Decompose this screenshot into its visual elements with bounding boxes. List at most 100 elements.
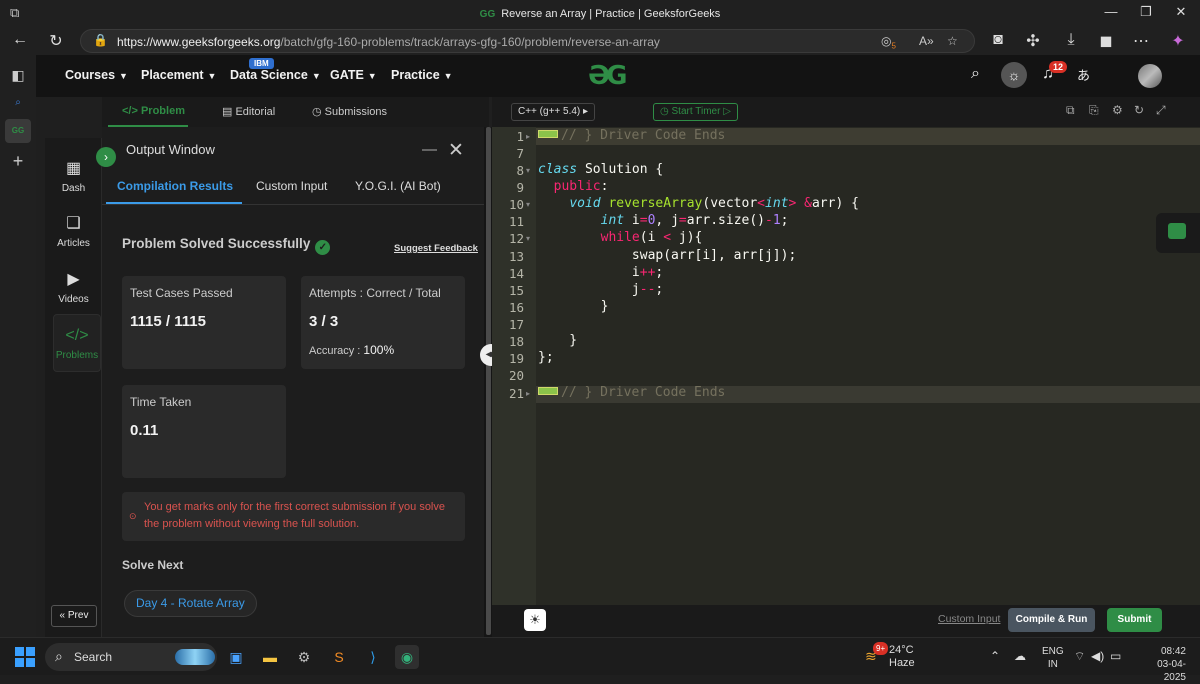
store-icon[interactable]: ▣ bbox=[224, 645, 248, 669]
extension-icon[interactable]: ◙ bbox=[986, 31, 1010, 49]
theme-toggle-icon[interactable]: ☼ bbox=[1001, 62, 1027, 88]
menu-gate[interactable]: GATE ▼ bbox=[330, 68, 377, 82]
minimize-icon[interactable]: — bbox=[1096, 4, 1126, 19]
solve-next-heading: Solve Next bbox=[122, 558, 184, 572]
profile-icon[interactable]: ◼ bbox=[1094, 31, 1118, 51]
avatar[interactable] bbox=[1138, 64, 1162, 88]
settings-gear-icon[interactable]: ⚙ bbox=[292, 645, 316, 669]
fold-arrow-icon[interactable]: ▾ bbox=[526, 166, 530, 175]
line-number: 21 bbox=[508, 386, 524, 401]
custom-input-link[interactable]: Custom Input bbox=[938, 613, 1000, 625]
settings-gear-icon[interactable]: ⚙ bbox=[1112, 103, 1123, 117]
sublime-text-icon[interactable]: S bbox=[327, 645, 351, 669]
file-explorer-icon[interactable]: ▬ bbox=[258, 645, 282, 669]
new-tab-icon[interactable]: + bbox=[6, 149, 30, 173]
compile-run-button[interactable]: Compile & Run bbox=[1008, 608, 1095, 632]
lock-icon[interactable]: 🔒 bbox=[93, 33, 108, 47]
nav-articles[interactable]: ❑ Articles bbox=[45, 213, 102, 249]
tab-editorial[interactable]: ▤ Editorial bbox=[222, 105, 275, 118]
file-icon[interactable]: ⎘ bbox=[1089, 103, 1099, 118]
refresh-icon[interactable]: ↻ bbox=[44, 31, 68, 51]
collapse-arrow-icon[interactable]: › bbox=[96, 147, 116, 167]
fullscreen-icon[interactable]: ⤢ bbox=[1156, 103, 1166, 118]
more-options-icon[interactable]: ⋯ bbox=[1129, 31, 1153, 51]
vscode-icon[interactable]: ⟩ bbox=[361, 645, 385, 669]
accuracy: Accuracy : 100% bbox=[309, 343, 395, 357]
language-select[interactable]: C++ (g++ 5.4) ▸ bbox=[511, 103, 596, 121]
gfg-tab-icon[interactable]: GG bbox=[5, 119, 31, 143]
tab-yogi-ai-bot[interactable]: Y.O.G.I. (AI Bot) bbox=[355, 179, 441, 193]
battery-icon[interactable]: ▭ bbox=[1110, 649, 1121, 663]
folded-code-marker[interactable] bbox=[538, 387, 558, 395]
search-icon[interactable]: ⌕ bbox=[971, 65, 980, 83]
nav-dash[interactable]: ▦ Dash bbox=[45, 158, 102, 194]
url-text[interactable]: https://www.geeksforgeeks.org/batch/gfg-… bbox=[117, 35, 660, 49]
scrollbar[interactable] bbox=[486, 127, 491, 635]
nav-videos[interactable]: ▶ Videos bbox=[45, 269, 102, 305]
language-indicator[interactable]: ENG IN bbox=[1042, 645, 1064, 671]
taskbar-search[interactable]: ⌕ Search bbox=[45, 643, 217, 671]
fold-arrow-icon[interactable]: ▸ bbox=[526, 389, 530, 398]
tab-submissions[interactable]: ◷ Submissions bbox=[312, 105, 387, 118]
code-editor[interactable]: 1 7 8 9 10 11 12 13 14 15 16 17 18 19 20… bbox=[492, 127, 1200, 605]
menu-courses[interactable]: Courses ▼ bbox=[65, 68, 128, 82]
fold-arrow-icon[interactable]: ▾ bbox=[526, 200, 530, 209]
copilot-icon[interactable]: ✦ bbox=[1166, 31, 1190, 51]
show-hidden-icons-icon[interactable]: ⌃ bbox=[990, 649, 1000, 663]
submit-button[interactable]: Submit bbox=[1107, 608, 1162, 632]
close-window-icon[interactable]: ✕ bbox=[1166, 4, 1196, 20]
test-cases-value: 1115 / 1115 bbox=[130, 313, 206, 330]
code-line: swap(arr[i], arr[j]); bbox=[538, 248, 797, 263]
next-problem-link[interactable]: Day 4 - Rotate Array bbox=[124, 590, 257, 617]
search-tabs-icon[interactable]: ⌕ bbox=[6, 91, 30, 115]
minimize-panel-icon[interactable]: — bbox=[422, 141, 437, 158]
copy-icon[interactable]: ⧉ bbox=[1066, 103, 1075, 118]
folded-code-marker[interactable] bbox=[538, 130, 558, 138]
download-icon[interactable]: ⤓ bbox=[1059, 31, 1083, 49]
menu-placement[interactable]: Placement ▼ bbox=[141, 68, 216, 82]
code-line: while(i < j){ bbox=[600, 230, 703, 245]
prev-button[interactable]: « Prev bbox=[51, 605, 97, 627]
start-timer-button[interactable]: ◷ Start Timer ▷ bbox=[653, 103, 738, 121]
tracker-prevention-icon[interactable]: ◎5 bbox=[881, 34, 896, 50]
menu-practice[interactable]: Practice ▼ bbox=[391, 68, 453, 82]
time-taken-label: Time Taken bbox=[130, 395, 192, 409]
tab-problem[interactable]: </> Problem bbox=[122, 105, 185, 117]
tab-title: GG Reverse an Array | Practice | Geeksfor… bbox=[479, 7, 721, 20]
suggest-feedback-link[interactable]: Suggest Feedback bbox=[394, 243, 478, 254]
line-number: 19 bbox=[508, 351, 524, 366]
time-taken-card: Time Taken 0.11 bbox=[122, 385, 286, 478]
onedrive-cloud-icon[interactable]: ☁ bbox=[1014, 649, 1026, 663]
read-aloud-icon[interactable]: A» bbox=[919, 34, 934, 48]
chat-float-button[interactable] bbox=[1156, 213, 1200, 253]
book-icon: ❑ bbox=[66, 215, 81, 232]
edge-browser-icon[interactable]: ◉ bbox=[395, 645, 419, 669]
restore-icon[interactable]: ❐ bbox=[1131, 4, 1161, 20]
tab-custom-input[interactable]: Custom Input bbox=[256, 179, 327, 193]
vertical-tabs-icon[interactable]: ◧ bbox=[6, 63, 30, 87]
address-bar[interactable]: 🔒 https://www.geeksforgeeks.org/batch/gf… bbox=[80, 29, 975, 53]
wifi-icon[interactable]: ⌔ bbox=[1074, 649, 1085, 664]
back-icon[interactable]: ← bbox=[8, 31, 32, 49]
close-panel-icon[interactable]: ✕ bbox=[448, 139, 464, 162]
clock[interactable]: 08:42 03-04-2025 bbox=[1138, 645, 1186, 684]
panel-splitter[interactable] bbox=[484, 127, 492, 637]
code-line: int i=0, j=arr.size()-1; bbox=[600, 213, 789, 228]
volume-icon[interactable]: ◀) bbox=[1091, 649, 1104, 663]
extensions-puzzle-icon[interactable]: ✣ bbox=[1021, 31, 1045, 51]
favorite-star-icon[interactable]: ☆ bbox=[947, 34, 958, 48]
lightbulb-icon[interactable]: ☀ bbox=[524, 609, 546, 631]
reset-icon[interactable]: ↻ bbox=[1134, 103, 1144, 117]
windows-start-icon[interactable] bbox=[15, 647, 35, 667]
nav-problems[interactable]: </> Problems bbox=[53, 314, 101, 372]
code-line: class Solution { bbox=[538, 162, 664, 177]
translate-icon[interactable]: あ bbox=[1077, 65, 1090, 84]
code-line: }; bbox=[538, 350, 554, 365]
tab-compilation-results[interactable]: Compilation Results bbox=[117, 179, 233, 193]
fold-arrow-icon[interactable]: ▸ bbox=[526, 132, 530, 141]
edge-vertical-tabs: ◧ ⌕ GG + bbox=[0, 55, 36, 637]
gfg-logo-icon[interactable]: ƏG bbox=[588, 61, 627, 91]
menu-data-science[interactable]: Data Science ▼ bbox=[230, 68, 321, 82]
fold-arrow-icon[interactable]: ▾ bbox=[526, 234, 530, 243]
chevron-down-icon: ▼ bbox=[443, 71, 453, 81]
